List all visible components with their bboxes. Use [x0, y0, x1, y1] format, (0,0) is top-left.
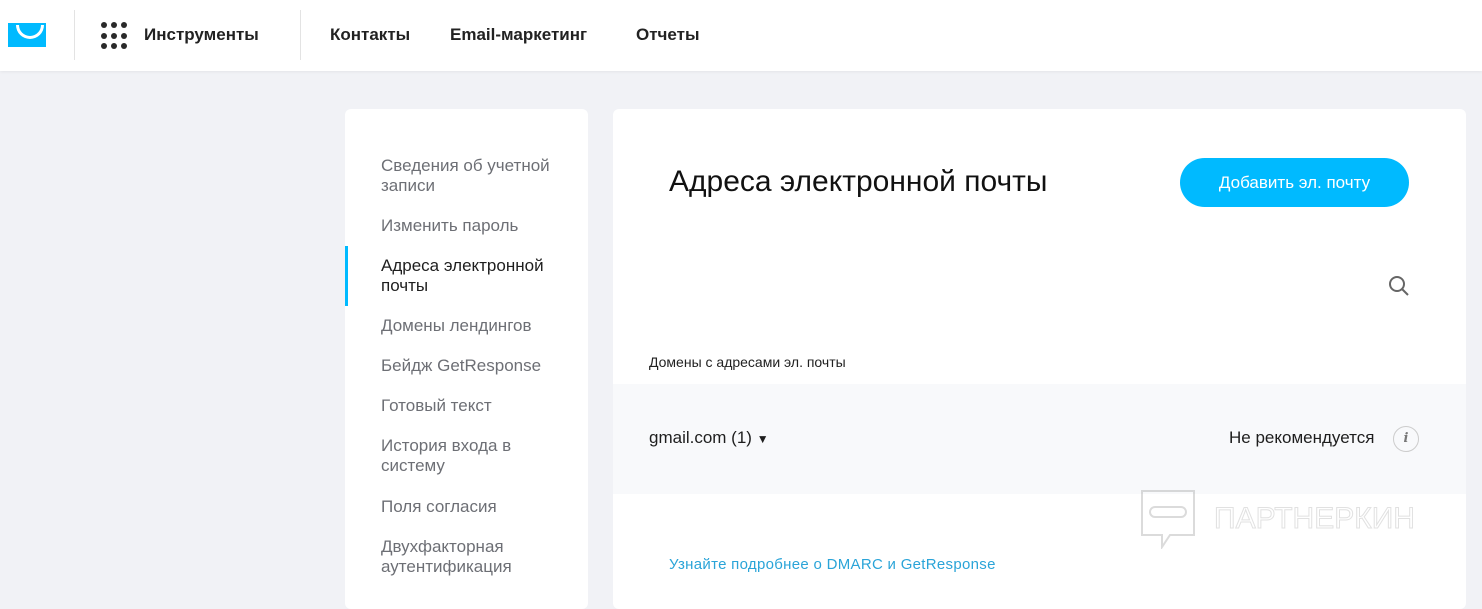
caret-down-icon: ▼	[756, 432, 769, 446]
watermark-text: ПАРТНЕРКИН	[1214, 502, 1416, 536]
domain-dropdown[interactable]: gmail.com (1) ▼	[649, 428, 769, 448]
add-email-button[interactable]: Добавить эл. почту	[1180, 158, 1409, 207]
sidebar-item-password[interactable]: Изменить пароль	[381, 216, 576, 236]
domain-name: gmail.com (1)	[649, 428, 752, 447]
watermark: ПАРТНЕРКИН	[1140, 489, 1415, 549]
sidebar-item-account[interactable]: Сведения об учетной записи	[381, 156, 576, 196]
section-label: Домены с адресами эл. почты	[649, 354, 846, 370]
divider	[74, 10, 75, 60]
sidebar-item-login-history[interactable]: История входа в систему	[381, 436, 576, 476]
domain-row: gmail.com (1) ▼ Не рекомендуется i	[613, 384, 1466, 494]
search-icon[interactable]	[1388, 275, 1410, 297]
sidebar-item-badge[interactable]: Бейдж GetResponse	[381, 356, 576, 376]
info-icon[interactable]: i	[1393, 426, 1419, 452]
nav-contacts[interactable]: Контакты	[330, 25, 410, 45]
getresponse-logo-icon[interactable]	[8, 23, 46, 47]
dmarc-link[interactable]: Узнайте подробнее о DMARC и GetResponse	[669, 556, 996, 573]
sidebar-item-landing-domains[interactable]: Домены лендингов	[381, 316, 576, 336]
sidebar-item-consent-fields[interactable]: Поля согласия	[381, 497, 576, 517]
active-indicator	[345, 246, 348, 306]
nav-reports[interactable]: Отчеты	[636, 25, 700, 45]
divider	[300, 10, 301, 60]
top-bar: Инструменты Контакты Email-маркетинг Отч…	[0, 0, 1482, 71]
sidebar-item-ready-text[interactable]: Готовый текст	[381, 396, 576, 416]
sidebar-item-email-addresses[interactable]: Адреса электронной почты	[381, 256, 576, 296]
page-title: Адреса электронной почты	[669, 165, 1048, 198]
watermark-logo-icon	[1141, 490, 1195, 549]
sidebar-item-2fa[interactable]: Двухфакторная аутентификация	[381, 537, 576, 577]
nav-email-marketing[interactable]: Email-маркетинг	[450, 25, 587, 45]
settings-sidebar: Сведения об учетной записи Изменить паро…	[345, 109, 588, 609]
status-text: Не рекомендуется	[1229, 428, 1375, 447]
apps-grid-icon[interactable]	[101, 22, 129, 50]
nav-tools[interactable]: Инструменты	[144, 25, 259, 45]
